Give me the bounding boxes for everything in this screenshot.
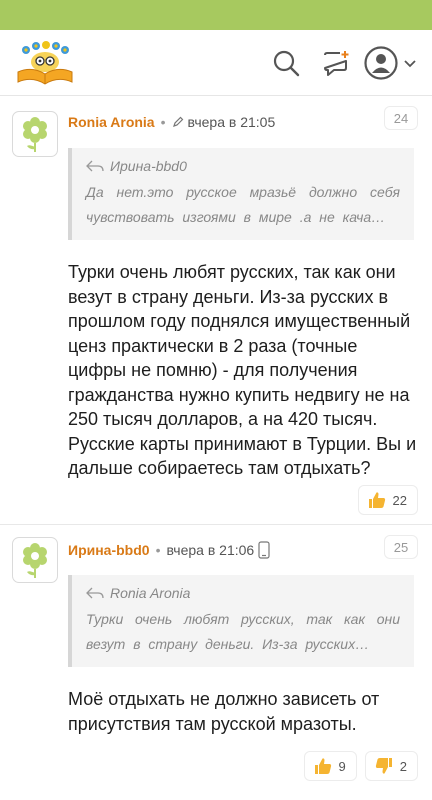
quote-text: Турки очень любят русских, так как они в… <box>86 611 400 652</box>
profile-icon <box>364 45 398 80</box>
like-count: 9 <box>338 758 346 774</box>
comment-author[interactable]: Ирина-bbd0 <box>68 542 150 558</box>
reply-arrow-icon <box>86 160 104 172</box>
site-logo[interactable] <box>14 40 76 86</box>
add-comment-button[interactable] <box>314 41 358 85</box>
comment-reactions: 22 <box>357 485 418 515</box>
top-bar <box>0 30 432 96</box>
comment: Ирина-bbd0 • вчера в 21:06 25 Ronia Aron… <box>0 525 432 795</box>
thumbs-down-icon <box>375 758 392 774</box>
comment-time[interactable]: вчера в 21:05 <box>188 114 276 130</box>
quote-author: Ирина-bbd0 <box>110 158 187 174</box>
comments-feed: Ronia Aronia • вчера в 21:05 24 Ирина-bb… <box>0 96 432 795</box>
edited-icon <box>172 116 184 128</box>
comment-number-badge[interactable]: 24 <box>384 106 418 130</box>
like-count: 22 <box>392 492 407 508</box>
avatar[interactable] <box>12 111 58 157</box>
mobile-device-icon <box>258 541 270 559</box>
chevron-down-icon <box>404 59 416 67</box>
thumbs-up-icon <box>368 492 385 508</box>
quote-author: Ronia Aronia <box>110 585 191 601</box>
search-icon <box>273 50 300 76</box>
dislike-button[interactable]: 2 <box>364 751 418 781</box>
quote-text: Да нет.это русское мразьё должно себя чу… <box>86 184 400 225</box>
dislike-count: 2 <box>399 758 407 774</box>
comment-header: Ronia Aronia • вчера в 21:05 <box>68 114 276 130</box>
add-comment-icon <box>324 50 349 76</box>
comment-text: Моё отдыхать не должно зависеть от прису… <box>68 689 380 734</box>
comment-reactions: 9 2 <box>303 751 418 781</box>
search-button[interactable] <box>264 41 308 85</box>
top-color-strip <box>0 0 432 30</box>
comment-time[interactable]: вчера в 21:06 <box>166 542 254 558</box>
like-button[interactable]: 9 <box>303 751 357 781</box>
comment-header: Ирина-bbd0 • вчера в 21:06 <box>68 541 270 559</box>
profile-menu[interactable] <box>364 45 418 80</box>
reply-arrow-icon <box>86 587 104 599</box>
like-button[interactable]: 22 <box>357 485 418 515</box>
comment-text: Турки очень любят русских, так как они в… <box>68 262 417 478</box>
avatar[interactable] <box>12 537 58 583</box>
quote-block[interactable]: Ronia Aronia Турки очень любят русских, … <box>68 575 414 667</box>
flower-avatar-icon <box>23 543 47 578</box>
comment: Ronia Aronia • вчера в 21:05 24 Ирина-bb… <box>0 96 432 524</box>
comment-number-badge[interactable]: 25 <box>384 535 418 559</box>
flower-avatar-icon <box>23 117 47 152</box>
thumbs-up-icon <box>314 758 331 774</box>
comment-author[interactable]: Ronia Aronia <box>68 114 155 130</box>
quote-block[interactable]: Ирина-bbd0 Да нет.это русское мразьё дол… <box>68 148 414 240</box>
